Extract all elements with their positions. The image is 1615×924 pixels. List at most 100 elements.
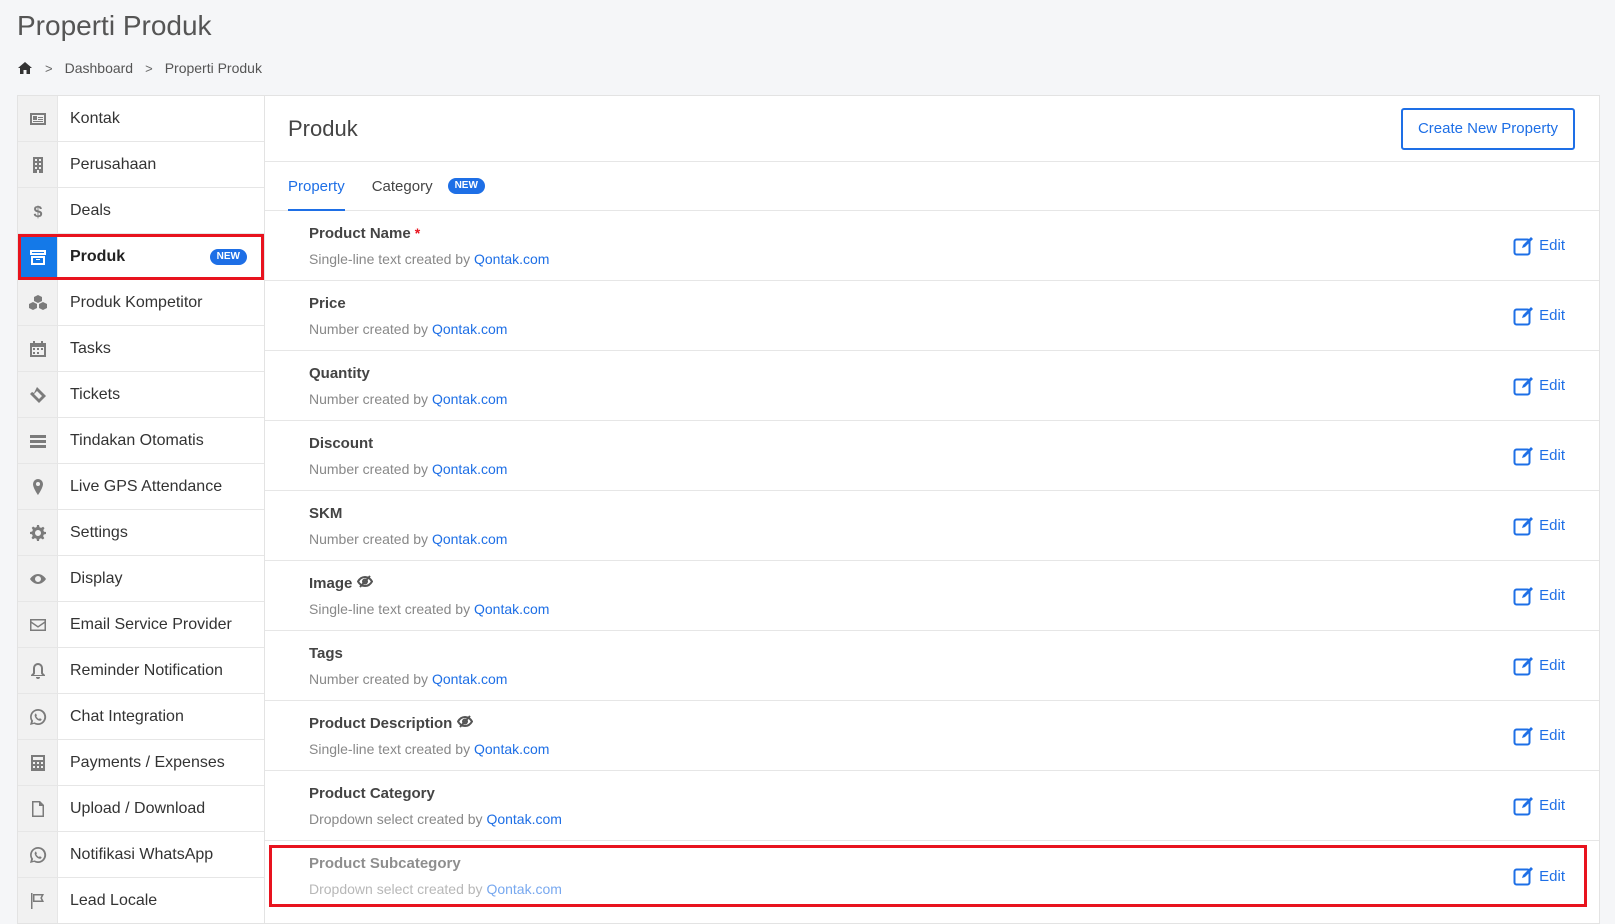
property-description: Single-line text created by Qontak.com	[309, 740, 550, 757]
qontak-link[interactable]: Qontak.com	[432, 531, 507, 547]
edit-button[interactable]: Edit	[1513, 446, 1565, 466]
map-pin-icon	[18, 464, 58, 509]
main-panel: Produk Create New Property Property Cate…	[264, 95, 1600, 924]
sidebar-item-tickets[interactable]: Tickets	[18, 372, 264, 418]
property-name: Product Subcategory	[309, 855, 461, 872]
qontak-link[interactable]: Qontak.com	[486, 881, 561, 897]
edit-icon	[1513, 306, 1534, 325]
edit-icon	[1513, 867, 1534, 886]
sidebar-item-label: Perusahaan	[70, 155, 157, 173]
eye-icon	[18, 556, 58, 601]
file-icon	[18, 786, 58, 831]
sidebar-item-label: Payments / Expenses	[70, 753, 225, 771]
qontak-link[interactable]: Qontak.com	[486, 811, 561, 827]
property-row: Product Description Single-line text cre…	[265, 701, 1599, 771]
tab-label: Property	[288, 177, 345, 195]
breadcrumb-dashboard-link[interactable]: Dashboard	[65, 60, 134, 76]
sidebar-item-display[interactable]: Display	[18, 556, 264, 602]
property-description: Number created by Qontak.com	[309, 460, 508, 477]
sidebar-item-chat-integration[interactable]: Chat Integration	[18, 694, 264, 740]
sidebar-item-payments-expenses[interactable]: Payments / Expenses	[18, 740, 264, 786]
new-badge: NEW	[447, 178, 485, 194]
property-description: Number created by Qontak.com	[309, 320, 508, 337]
qontak-link[interactable]: Qontak.com	[474, 601, 549, 617]
edit-button[interactable]: Edit	[1513, 516, 1565, 536]
edit-button[interactable]: Edit	[1513, 656, 1565, 676]
qontak-link[interactable]: Qontak.com	[432, 391, 507, 407]
qontak-link[interactable]: Qontak.com	[474, 251, 549, 267]
whatsapp-icon	[18, 694, 58, 739]
sidebar-item-notifikasi-whatsapp[interactable]: Notifikasi WhatsApp	[18, 832, 264, 878]
edit-button[interactable]: Edit	[1513, 586, 1565, 606]
property-name: Image	[309, 575, 549, 592]
edit-button[interactable]: Edit	[1513, 866, 1565, 886]
sidebar-item-produk[interactable]: Produk NEW	[18, 234, 264, 280]
tab-bar: Property Category NEW	[265, 162, 1599, 211]
sidebar-item-label: Email Service Provider	[70, 615, 232, 633]
sidebar-item-kontak[interactable]: Kontak	[18, 96, 264, 142]
sidebar-item-label: Lead Locale	[70, 891, 158, 909]
property-description: Number created by Qontak.com	[309, 670, 508, 687]
tab-category[interactable]: Category NEW	[372, 162, 485, 210]
edit-icon	[1513, 726, 1534, 745]
sidebar-item-label: Upload / Download	[70, 799, 206, 817]
sidebar-item-tindakan-otomatis[interactable]: Tindakan Otomatis	[18, 418, 264, 464]
sidebar-item-live-gps-attendance[interactable]: Live GPS Attendance	[18, 464, 264, 510]
panel-title: Produk	[288, 115, 358, 141]
edit-icon	[1513, 446, 1534, 465]
property-description: Single-line text created by Qontak.com	[309, 600, 550, 617]
property-row: Product Category Dropdown select created…	[265, 771, 1599, 841]
sidebar-item-settings[interactable]: Settings	[18, 510, 264, 556]
sidebar-item-deals[interactable]: $ Deals	[18, 188, 264, 234]
qontak-link[interactable]: Qontak.com	[474, 741, 549, 757]
property-list: Product Name * Single-line text created b…	[265, 211, 1599, 907]
property-row: SKM Number created by Qontak.com Edit	[265, 491, 1599, 561]
property-name: Price	[309, 294, 346, 312]
sidebar-item-label: Tickets	[70, 385, 121, 403]
edit-button[interactable]: Edit	[1513, 306, 1565, 326]
new-badge: NEW	[209, 248, 247, 265]
settings-sidebar: Kontak Perusahaan $ Deals Produk NEW Pro…	[17, 95, 264, 924]
sidebar-item-produk-kompetitor[interactable]: Produk Kompetitor	[18, 280, 264, 326]
qontak-link[interactable]: Qontak.com	[432, 461, 507, 477]
create-new-property-button[interactable]: Create New Property	[1400, 107, 1575, 150]
property-name: Product Description	[309, 715, 549, 732]
qontak-link[interactable]: Qontak.com	[432, 671, 507, 687]
calculator-icon	[18, 740, 58, 785]
edit-button[interactable]: Edit	[1513, 236, 1565, 256]
edit-icon	[1513, 796, 1534, 815]
qontak-link[interactable]: Qontak.com	[432, 321, 507, 337]
sidebar-item-label: Deals	[70, 201, 111, 219]
edit-icon	[1513, 586, 1534, 605]
property-name: SKM	[309, 504, 343, 522]
property-row: Tags Number created by Qontak.com Edit	[265, 631, 1599, 701]
bell-icon	[18, 648, 58, 693]
breadcrumb-current: Properti Produk	[164, 60, 262, 76]
sidebar-item-label: Tindakan Otomatis	[70, 431, 204, 449]
home-icon[interactable]	[17, 61, 33, 75]
property-name: Product Category	[309, 784, 435, 802]
sidebar-item-reminder-notification[interactable]: Reminder Notification	[18, 648, 264, 694]
building-icon	[18, 142, 58, 187]
calendar-icon	[18, 326, 58, 371]
sidebar-item-tasks[interactable]: Tasks	[18, 326, 264, 372]
flag-icon	[18, 878, 58, 923]
sidebar-item-email-service-provider[interactable]: Email Service Provider	[18, 602, 264, 648]
edit-button[interactable]: Edit	[1513, 726, 1565, 746]
list-icon	[18, 418, 58, 463]
sidebar-item-label: Produk Kompetitor	[70, 293, 203, 311]
edit-button[interactable]: Edit	[1513, 376, 1565, 396]
svg-text:$: $	[33, 204, 42, 220]
tab-property[interactable]: Property	[288, 162, 345, 211]
property-name: Tags	[309, 644, 343, 662]
breadcrumb-separator: >	[145, 60, 153, 76]
whatsapp-icon	[18, 832, 58, 877]
panel-header: Produk Create New Property	[265, 96, 1599, 162]
sidebar-item-lead-locale[interactable]: Lead Locale	[18, 878, 264, 923]
sidebar-item-label: Display	[70, 569, 123, 587]
archive-box-icon	[18, 234, 58, 279]
edit-button[interactable]: Edit	[1513, 796, 1565, 816]
sidebar-item-perusahaan[interactable]: Perusahaan	[18, 142, 264, 188]
sidebar-item-upload-download[interactable]: Upload / Download	[18, 786, 264, 832]
required-indicator: *	[414, 225, 421, 241]
